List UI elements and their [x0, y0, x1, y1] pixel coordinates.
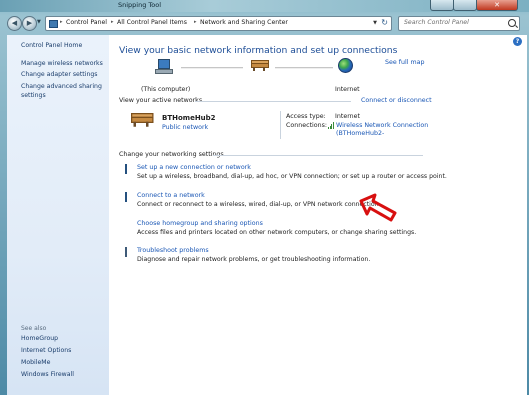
see-also-firewall[interactable]: Windows Firewall	[21, 371, 109, 380]
help-icon[interactable]: ?	[513, 37, 522, 46]
map-label-internet: Internet	[335, 86, 360, 93]
search-placeholder: Search Control Panel	[404, 19, 469, 26]
chevron-right-icon[interactable]: ▸	[60, 19, 63, 25]
divider	[280, 111, 281, 139]
close-button[interactable]: ✕	[476, 0, 518, 11]
task-description: Diagnose and repair network problems, or…	[137, 256, 371, 263]
breadcrumb-all-items[interactable]: All Control Panel Items	[117, 19, 187, 26]
main-content: ? View your basic network information an…	[109, 35, 527, 395]
see-also-mobileme[interactable]: MobileMe	[21, 359, 109, 368]
globe-icon	[338, 58, 353, 73]
window-frame: Snipping Tool ✕ ◀ ▶ ▼ ▸ Control Panel ▸ …	[0, 0, 529, 395]
divider	[213, 155, 423, 156]
chevron-down-icon[interactable]: ▼	[373, 20, 377, 26]
signal-bars-icon	[328, 122, 335, 129]
minimize-button[interactable]	[430, 0, 454, 11]
task-connect-network[interactable]: Connect to a network Connect or reconnec…	[125, 192, 467, 208]
active-networks-heading: View your active networks	[119, 97, 203, 104]
sidebar: Control Panel Home Manage wireless netwo…	[7, 35, 109, 395]
wireless-connection-link[interactable]: Wireless Network Connection	[336, 122, 428, 129]
wireless-connection-link-line2[interactable]: (BTHomeHub2-	[336, 130, 384, 137]
connections-label: Connections:	[286, 122, 328, 129]
annotation-arrow-icon	[359, 193, 397, 222]
maximize-button[interactable]	[453, 0, 477, 11]
page-title: View your basic network information and …	[119, 45, 398, 56]
chevron-right-icon[interactable]: ▸	[111, 19, 114, 25]
search-icon[interactable]	[508, 19, 516, 27]
troubleshoot-icon	[125, 247, 135, 257]
see-also-homegroup[interactable]: HomeGroup	[21, 335, 109, 344]
network-name: BTHomeHub2	[162, 114, 216, 122]
breadcrumb-network-center[interactable]: Network and Sharing Center	[200, 19, 288, 26]
access-type-label: Access type:	[286, 113, 326, 120]
sidebar-item-wireless[interactable]: Manage wireless networks	[21, 60, 109, 69]
title-bar[interactable]: Snipping Tool ✕	[0, 0, 529, 12]
access-type-value: Internet	[335, 113, 361, 120]
search-input[interactable]: Search Control Panel	[398, 16, 520, 31]
address-bar[interactable]: ▸ Control Panel ▸ All Control Panel Item…	[45, 16, 392, 31]
window-title: Snipping Tool	[118, 1, 162, 9]
network-bench-icon	[131, 113, 154, 127]
connection-line	[181, 67, 243, 69]
recent-pages-dropdown[interactable]: ▼	[37, 19, 41, 25]
client-area: Control Panel Home Manage wireless netwo…	[7, 35, 527, 395]
forward-button[interactable]: ▶	[22, 16, 37, 31]
task-title[interactable]: Choose homegroup and sharing options	[137, 220, 467, 227]
task-setup-connection[interactable]: Set up a new connection or network Set u…	[125, 164, 467, 180]
network-bench-icon	[251, 60, 269, 71]
homegroup-icon	[125, 221, 135, 230]
refresh-icon[interactable]: ↻	[381, 18, 388, 27]
task-title[interactable]: Connect to a network	[137, 192, 467, 199]
task-description: Set up a wireless, broadband, dial-up, a…	[137, 173, 447, 180]
change-settings-heading: Change your networking settings	[119, 151, 224, 158]
connection-line	[275, 67, 333, 69]
back-button[interactable]: ◀	[7, 16, 22, 31]
map-label-computer: (This computer)	[141, 86, 191, 93]
task-description: Connect or reconnect to a wireless, wire…	[137, 201, 381, 208]
see-also-heading: See also	[21, 325, 47, 332]
sidebar-item-adapter[interactable]: Change adapter settings	[21, 71, 109, 80]
chevron-right-icon[interactable]: ▸	[194, 19, 197, 25]
setup-connection-icon	[125, 164, 135, 174]
task-troubleshoot[interactable]: Troubleshoot problems Diagnose and repai…	[125, 247, 467, 263]
task-title[interactable]: Troubleshoot problems	[137, 247, 467, 254]
task-description: Access files and printers located on oth…	[137, 229, 417, 236]
control-panel-icon	[49, 20, 58, 28]
task-title[interactable]: Set up a new connection or network	[137, 164, 467, 171]
connect-network-icon	[125, 192, 135, 202]
navigation-bar: ◀ ▶ ▼ ▸ Control Panel ▸ All Control Pane…	[0, 13, 529, 33]
see-also-internet-options[interactable]: Internet Options	[21, 347, 109, 356]
breadcrumb-control-panel[interactable]: Control Panel	[66, 19, 107, 26]
computer-icon	[155, 59, 173, 74]
connect-or-disconnect-link[interactable]: Connect or disconnect	[361, 97, 432, 104]
sidebar-item-advanced-sharing[interactable]: Change advanced sharing settings	[21, 83, 109, 100]
divider	[195, 101, 351, 102]
see-full-map-link[interactable]: See full map	[385, 59, 424, 66]
task-homegroup[interactable]: Choose homegroup and sharing options Acc…	[137, 220, 467, 236]
sidebar-home-link[interactable]: Control Panel Home	[21, 42, 109, 51]
network-type-link[interactable]: Public network	[162, 124, 208, 131]
